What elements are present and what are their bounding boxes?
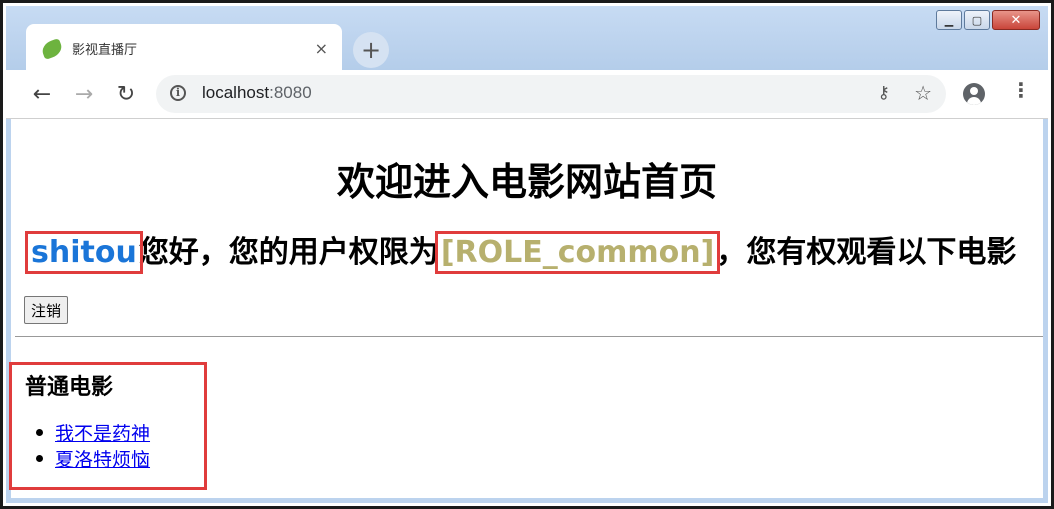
minimize-icon[interactable]: ▁ (936, 10, 962, 30)
url-port: :8080 (269, 83, 312, 102)
browser-toolbar: ← → ↻ i localhost:8080 ⚷ ☆ ⋮ (6, 70, 1048, 119)
reload-icon[interactable]: ↻ (112, 80, 140, 108)
window-controls: ▁ ▢ ✕ (934, 10, 1040, 30)
browser-tab[interactable]: 影视直播厅 × (26, 24, 342, 73)
window-border-bottom (6, 498, 1048, 503)
tab-title: 影视直播厅 (72, 43, 138, 58)
movie-link[interactable]: 我不是药神 (55, 423, 150, 445)
page-title: 欢迎进入电影网站首页 (336, 160, 717, 204)
browser-window: ▁ ▢ ✕ 影视直播厅 × + ← → ↻ i localhost:8080 ⚷… (0, 0, 1054, 509)
account-icon[interactable] (963, 83, 985, 105)
close-icon[interactable]: ✕ (992, 10, 1040, 30)
movie-list: 我不是药神 夏洛特烦恼 (35, 419, 150, 471)
spring-leaf-icon (39, 37, 65, 60)
url-text[interactable]: localhost:8080 (202, 83, 312, 103)
new-tab-button[interactable]: + (353, 32, 389, 68)
category-title: 普通电影 (25, 375, 114, 400)
greeting-end: ，您有权观看以下电影 (716, 235, 1017, 270)
list-item: 夏洛特烦恼 (35, 445, 150, 471)
greeting: shitou您好，您的用户权限为[ROLE_common]，您有权观看以下电影 (25, 227, 1017, 274)
movie-link[interactable]: 夏洛特烦恼 (55, 449, 150, 471)
user-role: [ROLE_common] (434, 231, 721, 274)
list-item: 我不是药神 (35, 419, 150, 445)
back-icon[interactable]: ← (28, 80, 56, 108)
window-border-right (1043, 119, 1048, 503)
maximize-icon[interactable]: ▢ (964, 10, 990, 30)
key-icon[interactable]: ⚷ (878, 83, 890, 103)
greeting-mid: 您好，您的用户权限为 (138, 235, 439, 270)
address-bar[interactable]: i localhost:8080 ⚷ ☆ (156, 75, 946, 113)
star-icon[interactable]: ☆ (914, 81, 932, 105)
info-icon[interactable]: i (170, 85, 186, 101)
divider (15, 336, 1043, 337)
tab-close-icon[interactable]: × (315, 39, 328, 58)
tab-strip: ▁ ▢ ✕ 影视直播厅 × + (6, 6, 1048, 73)
page-content: 欢迎进入电影网站首页 shitou您好，您的用户权限为[ROLE_common]… (9, 119, 1043, 498)
username: shitou (25, 231, 143, 274)
forward-icon[interactable]: → (70, 80, 98, 108)
menu-icon[interactable]: ⋮ (1011, 80, 1031, 100)
logout-button[interactable]: 注销 (24, 296, 69, 324)
url-host: localhost (202, 83, 270, 102)
